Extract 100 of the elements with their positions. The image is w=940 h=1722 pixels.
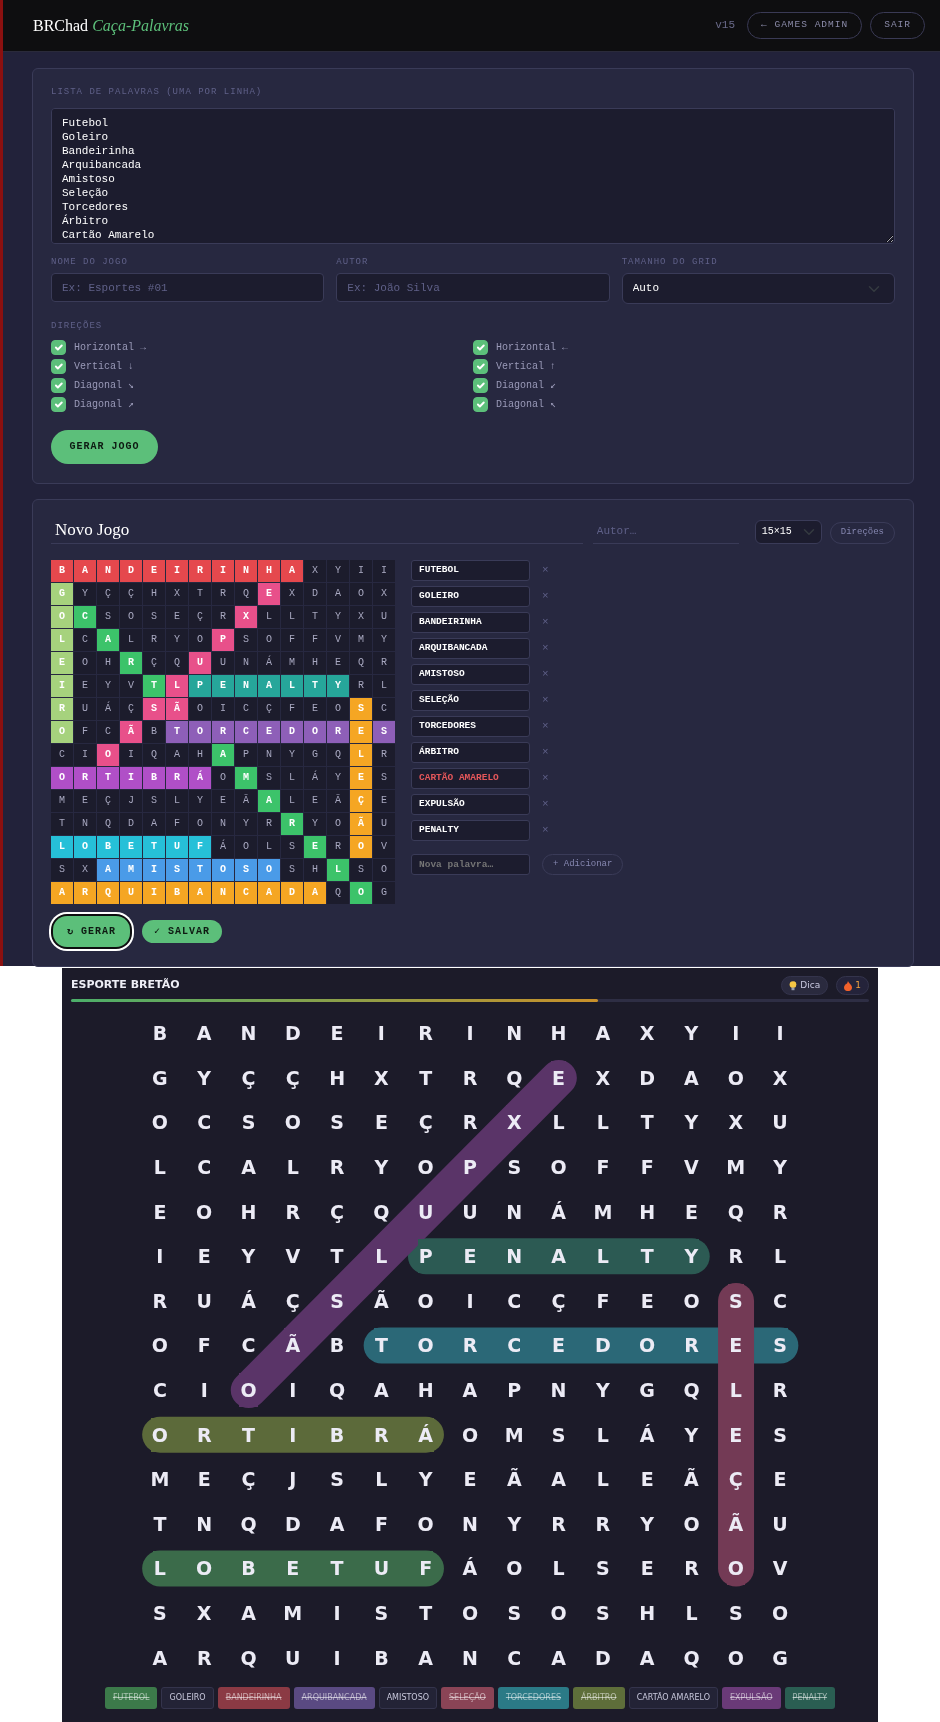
board-letter[interactable]: Y [772,1150,788,1185]
grid-cell[interactable]: U [212,651,234,674]
grid-cell[interactable]: S [281,835,303,858]
board-letter[interactable]: B [151,1016,169,1051]
board-letter[interactable]: O [682,1506,701,1541]
grid-cell[interactable]: T [166,720,188,743]
grid-cell[interactable]: Ç [258,697,280,720]
board-letter[interactable]: S [772,1328,788,1363]
grid-cell[interactable]: Y [97,674,119,697]
board-letter[interactable]: E [196,1239,212,1274]
board-letter[interactable]: C [772,1283,789,1318]
board-letter[interactable]: J [288,1462,298,1497]
grid-cell[interactable]: S [51,858,73,881]
board-letter[interactable]: Y [683,1417,700,1452]
board-letter[interactable]: R [328,1150,346,1185]
board-letter[interactable]: F [639,1150,655,1185]
grid-cell[interactable]: G [373,881,395,904]
word-field[interactable]: PENALTY [411,819,530,841]
board-letter[interactable]: F [196,1328,212,1363]
grid-cell[interactable]: Q [97,812,119,835]
grid-cell[interactable]: F [166,812,188,835]
grid-cell[interactable]: J [120,789,142,812]
grid-cell[interactable]: O [212,766,234,789]
checkbox[interactable] [473,358,488,374]
grid-cell[interactable]: X [304,559,326,582]
board-letter[interactable]: R [683,1551,700,1586]
grid-cell[interactable]: L [166,789,188,812]
grid-cell[interactable]: V [120,674,142,697]
board-letter[interactable]: Á [550,1194,567,1229]
grid-cell[interactable]: T [189,582,211,605]
grid-cell[interactable]: O [51,766,73,789]
grid-cell[interactable]: M [281,651,303,674]
board-letter[interactable]: E [462,1462,478,1497]
board-letter[interactable]: Y [639,1506,656,1541]
board-letter[interactable]: O [682,1283,701,1318]
board-letter[interactable]: L [595,1105,610,1140]
grid-cell[interactable]: R [373,651,395,674]
grid-cell[interactable]: C [74,628,96,651]
grid-cell[interactable]: D [120,812,142,835]
board-letter[interactable]: U [195,1283,213,1318]
grid-cell[interactable]: Á [97,697,119,720]
grid-cell[interactable]: R [189,559,211,582]
board-letter[interactable]: B [328,1328,346,1363]
board-letter[interactable]: I [775,1016,785,1051]
board-letter[interactable]: L [551,1105,566,1140]
board-letter[interactable]: R [151,1283,169,1318]
grid-cell[interactable]: H [304,651,326,674]
board-letter[interactable]: H [239,1194,258,1229]
grid-cell[interactable]: Ã [166,697,188,720]
grid-cell[interactable]: U [373,605,395,628]
board-letter[interactable]: S [152,1596,168,1630]
board-letter[interactable]: Ç [284,1283,301,1318]
grid-cell[interactable]: G [304,743,326,766]
checkbox[interactable] [51,339,66,355]
board-letter[interactable]: A [638,1640,656,1675]
grid-cell[interactable]: T [304,605,326,628]
grid-cell[interactable]: R [143,628,165,651]
board-letter[interactable]: Y [240,1239,257,1274]
grid-cell[interactable]: X [166,582,188,605]
grid-cell[interactable]: R [373,743,395,766]
word-field[interactable]: CARTÃO AMARELO [411,767,530,789]
checkbox[interactable] [51,358,66,374]
grid-cell[interactable]: Á [189,766,211,789]
board-letter[interactable]: I [288,1373,298,1408]
board-letter[interactable]: L [773,1239,788,1274]
board-letter[interactable]: X [771,1060,789,1095]
board-letter[interactable]: C [240,1328,257,1363]
grid-cell[interactable]: R [350,674,372,697]
board-letter[interactable]: H [549,1016,568,1051]
grid-cell[interactable]: Ç [97,789,119,812]
board-letter[interactable]: E [152,1194,168,1229]
board-letter[interactable]: H [328,1060,347,1095]
grid-cell[interactable]: R [212,720,234,743]
hint-button[interactable]: Dica [781,976,829,995]
board-letter[interactable]: S [772,1417,788,1452]
grid-cell[interactable]: T [97,766,119,789]
board-letter[interactable]: Q [726,1194,745,1229]
grid-cell[interactable]: Ã [327,789,349,812]
grid-cell[interactable]: O [327,697,349,720]
grid-cell[interactable]: Ã [120,720,142,743]
grid-cell[interactable]: A [327,582,349,605]
grid-cell[interactable]: O [235,835,257,858]
board-letter[interactable]: T [418,1596,434,1630]
board-letter[interactable]: S [373,1596,390,1630]
board-letter[interactable]: X [727,1105,745,1140]
grid-cell[interactable]: O [350,582,372,605]
board-letter[interactable]: O [195,1194,214,1229]
grid-cell[interactable]: A [143,812,165,835]
grid-cell[interactable]: E [258,582,280,605]
board-letter[interactable]: L [551,1551,566,1586]
board-letter[interactable]: A [151,1640,169,1675]
word-field[interactable]: ÁRBITRO [411,741,530,763]
grid-cell[interactable]: I [74,743,96,766]
board-letter[interactable]: N [549,1373,568,1408]
checkbox[interactable] [473,396,488,412]
board-letter[interactable]: E [772,1462,788,1497]
board-letter[interactable]: Ç [240,1060,257,1095]
board-letter[interactable]: Y [595,1373,611,1408]
board-letter[interactable]: U [771,1105,789,1140]
board-letter[interactable]: S [550,1417,567,1452]
